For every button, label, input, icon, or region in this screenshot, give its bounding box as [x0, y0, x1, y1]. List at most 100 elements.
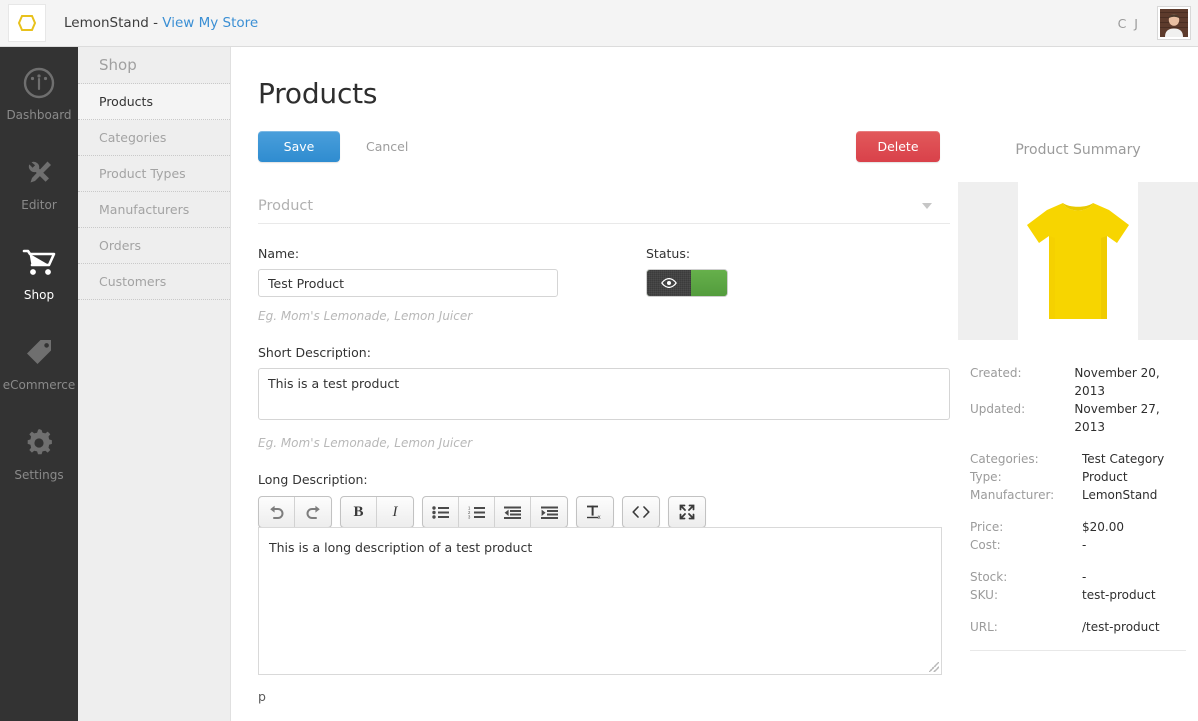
summary-gap	[970, 504, 1186, 518]
summary-gap	[970, 604, 1186, 618]
toolbar-group-lists: 1 2 3	[422, 496, 568, 528]
summary-row-created: Created: November 20, 2013	[970, 364, 1186, 400]
fullscreen-icon[interactable]	[669, 497, 705, 527]
summary-row-stock: Stock: -	[970, 568, 1186, 586]
lemonstand-logo-icon[interactable]	[8, 4, 46, 42]
short-description-helper-text: Eg. Mom's Lemonade, Lemon Juicer	[258, 436, 473, 450]
summary-row-updated: Updated: November 27, 2013	[970, 400, 1186, 436]
yellow-tshirt-image	[1018, 182, 1138, 340]
sidebar-item-products[interactable]: Products	[78, 84, 230, 120]
status-toggle[interactable]	[646, 269, 728, 297]
name-input[interactable]	[258, 269, 558, 297]
short-description-group: Short Description: Eg. Mom's Lemonade, L…	[258, 345, 950, 450]
top-bar: LemonStand - View My Store C J	[0, 0, 1198, 47]
name-field-group: Name: Eg. Mom's Lemonade, Lemon Juicer	[258, 246, 558, 323]
rail-item-editor[interactable]: Editor	[0, 137, 78, 227]
summary-key-stock: Stock:	[970, 570, 1008, 584]
toolbar-group-clear: x	[576, 496, 614, 528]
clear-formatting-icon[interactable]: x	[577, 497, 613, 527]
rail-label-settings: Settings	[14, 467, 64, 482]
summary-value-stock: -	[1082, 570, 1087, 584]
bold-icon[interactable]: B	[341, 497, 377, 527]
code-view-icon[interactable]	[623, 497, 659, 527]
undo-icon[interactable]	[259, 497, 295, 527]
bullet-list-icon[interactable]	[423, 497, 459, 527]
sidebar-item-categories[interactable]: Categories	[78, 120, 230, 156]
chevron-down-icon	[922, 203, 932, 209]
numbered-list-icon[interactable]: 1 2 3	[459, 497, 495, 527]
sidebar-label-product-types: Product Types	[99, 166, 186, 181]
main-content: Products Save Cancel Delete Product Name…	[232, 47, 958, 721]
summary-key-created: Created:	[970, 366, 1022, 380]
user-initials: C J	[1117, 15, 1140, 31]
toolbar-group-code	[622, 496, 660, 528]
sidebar-item-orders[interactable]: Orders	[78, 228, 230, 264]
summary-key-manufacturer: Manufacturer:	[970, 488, 1055, 502]
rail-item-ecommerce[interactable]: eCommerce	[0, 317, 78, 407]
short-description-label: Short Description:	[258, 345, 371, 360]
secondary-nav: Shop Products Categories Product Types M…	[78, 47, 231, 721]
long-description-editor[interactable]: This is a long description of a test pro…	[258, 527, 942, 675]
action-button-row: Save Cancel Delete	[258, 130, 948, 162]
sidebar-label-manufacturers: Manufacturers	[99, 202, 190, 217]
product-image[interactable]	[958, 182, 1198, 340]
summary-value-sku: test-product	[1082, 588, 1156, 602]
rail-label-ecommerce: eCommerce	[2, 377, 76, 392]
summary-row-url: URL: /test-product	[970, 618, 1186, 636]
resize-grip-icon[interactable]	[929, 662, 939, 672]
short-description-textarea[interactable]	[258, 368, 950, 420]
indent-icon[interactable]	[531, 497, 567, 527]
toolbar-group-style: B I	[340, 496, 414, 528]
shopping-cart-icon	[21, 243, 57, 283]
summary-value-updated: November 27, 2013	[1074, 402, 1160, 434]
delete-button[interactable]: Delete	[856, 130, 940, 162]
user-avatar[interactable]	[1158, 7, 1190, 39]
rail-item-dashboard[interactable]: Dashboard	[0, 47, 78, 137]
sidebar-item-customers[interactable]: Customers	[78, 264, 230, 300]
status-toggle-track	[691, 270, 727, 296]
summary-row-price: Price: $20.00	[970, 518, 1186, 536]
name-helper-text: Eg. Mom's Lemonade, Lemon Juicer	[258, 309, 473, 323]
editor-element-path: p	[258, 689, 266, 704]
summary-value-url: /test-product	[1082, 620, 1160, 634]
italic-icon[interactable]: I	[377, 497, 413, 527]
sidebar-item-product-types[interactable]: Product Types	[78, 156, 230, 192]
name-and-status-row: Name: Eg. Mom's Lemonade, Lemon Juicer S…	[258, 246, 948, 323]
summary-row-sku: SKU: test-product	[970, 586, 1186, 604]
long-description-text: This is a long description of a test pro…	[269, 540, 533, 555]
summary-value-categories: Test Category	[1082, 452, 1165, 466]
summary-gap	[970, 554, 1186, 568]
cancel-button[interactable]: Cancel	[366, 139, 408, 154]
outdent-icon[interactable]	[495, 497, 531, 527]
summary-row-cost: Cost: -	[970, 536, 1186, 554]
status-field-group: Status:	[646, 246, 728, 323]
view-my-store-link[interactable]: View My Store	[162, 15, 258, 31]
rail-item-shop[interactable]: Shop	[0, 227, 78, 317]
long-description-label: Long Description:	[258, 472, 368, 487]
wrench-pencil-icon	[22, 153, 56, 193]
sidebar-label-orders: Orders	[99, 238, 142, 253]
summary-row-categories: Categories: Test Category	[970, 450, 1186, 468]
sidebar-item-manufacturers[interactable]: Manufacturers	[78, 192, 230, 228]
long-description-group: Long Description: B I 1 2 3 x This is a …	[258, 472, 948, 704]
summary-value-created: November 20, 2013	[1074, 366, 1160, 398]
summary-key-updated: Updated:	[970, 402, 1026, 416]
summary-value-manufacturer: LemonStand	[1082, 488, 1158, 502]
rail-item-settings[interactable]: Settings	[0, 407, 78, 497]
name-label: Name:	[258, 246, 300, 261]
product-section-toggle[interactable]: Product	[258, 189, 950, 224]
editor-toolbar: B I 1 2 3 x	[258, 496, 948, 528]
summary-key-cost: Cost:	[970, 538, 1001, 552]
eye-icon	[647, 270, 691, 296]
page-title: Products	[258, 77, 378, 110]
summary-key-sku: SKU:	[970, 588, 998, 602]
svg-text:x: x	[598, 515, 601, 520]
sidebar-label-categories: Categories	[99, 130, 167, 145]
save-button[interactable]: Save	[258, 130, 340, 162]
rail-label-dashboard: Dashboard	[6, 107, 72, 122]
primary-nav-rail: Dashboard Editor Shop eCommerce Settings	[0, 47, 78, 721]
brand-name: LemonStand -	[64, 15, 163, 31]
rail-label-shop: Shop	[23, 287, 55, 302]
gauge-icon	[22, 63, 56, 103]
redo-icon[interactable]	[295, 497, 331, 527]
